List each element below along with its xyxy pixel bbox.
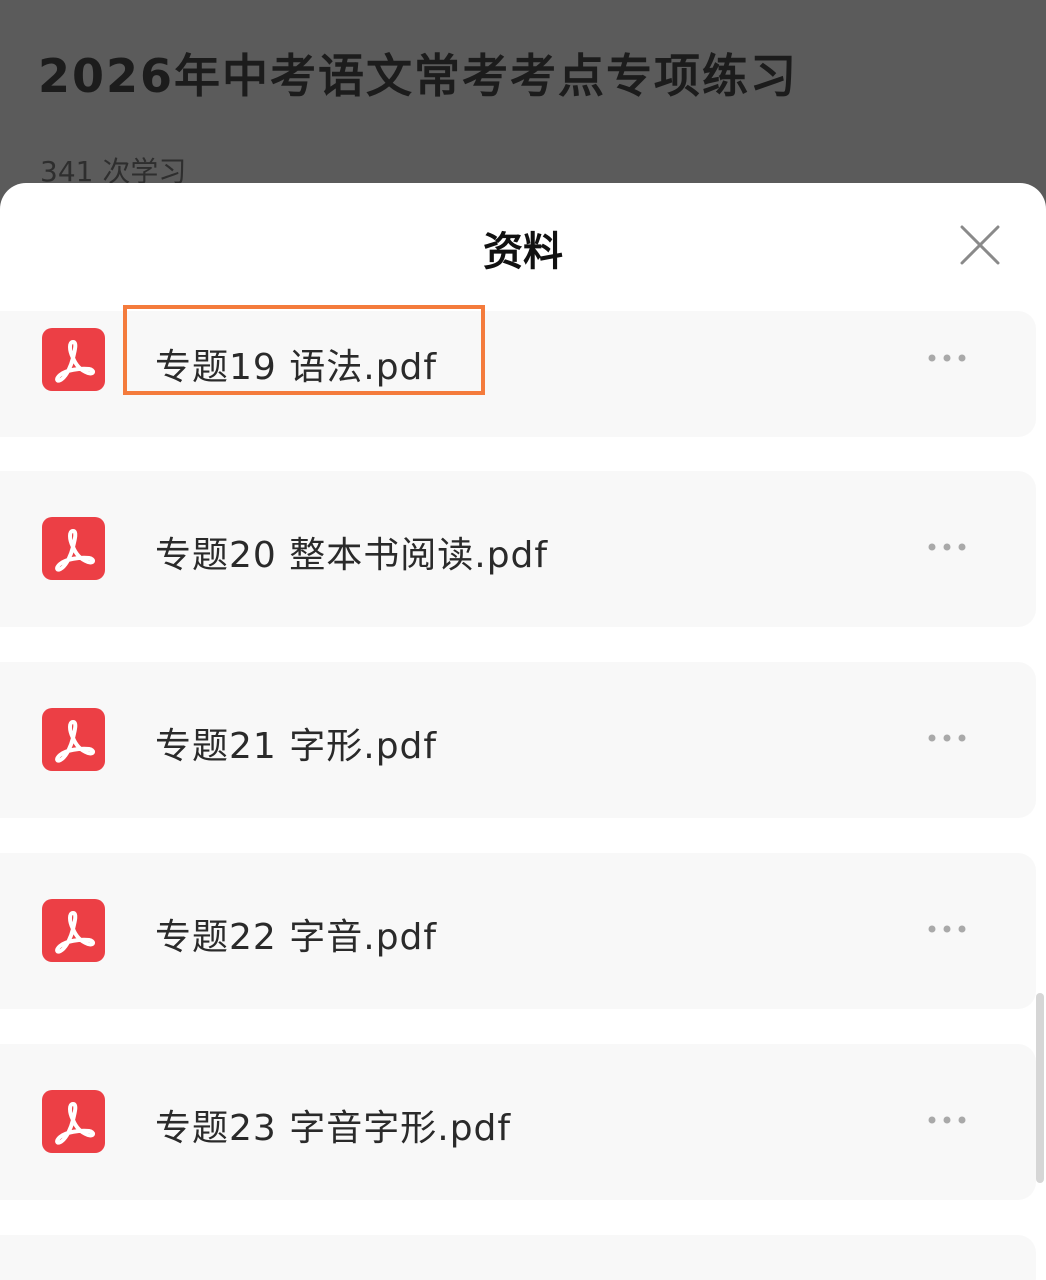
pdf-icon (42, 708, 105, 771)
more-options-button[interactable] (920, 914, 976, 944)
list-item[interactable]: 专题21 字形.pdf (0, 662, 1036, 818)
pdf-icon (42, 1090, 105, 1153)
more-icon (928, 354, 966, 362)
list-item[interactable]: 专题19 语法.pdf (0, 311, 1036, 437)
pdf-icon (42, 328, 105, 391)
more-options-button[interactable] (920, 723, 976, 753)
list-item[interactable]: 专题20 整本书阅读.pdf (0, 471, 1036, 627)
file-name: 专题20 整本书阅读.pdf (155, 535, 549, 576)
list-item[interactable]: 专题23 字音字形.pdf (0, 1044, 1036, 1200)
close-button[interactable] (954, 219, 1006, 271)
course-title: 2026年中考语文常考考点专项练习 (38, 49, 799, 103)
pdf-icon (42, 517, 105, 580)
more-icon (928, 734, 966, 742)
more-icon (928, 1116, 966, 1124)
close-icon (960, 225, 1000, 265)
more-options-button[interactable] (920, 532, 976, 562)
list-item-partial[interactable] (0, 1235, 1036, 1280)
more-icon (928, 925, 966, 933)
list-item[interactable]: 专题22 字音.pdf (0, 853, 1036, 1009)
scrollbar[interactable] (1036, 993, 1044, 1183)
more-options-button[interactable] (920, 343, 976, 373)
more-options-button[interactable] (920, 1105, 976, 1135)
more-icon (928, 543, 966, 551)
file-name: 专题21 字形.pdf (155, 726, 438, 767)
sheet-header: 资料 (0, 183, 1046, 308)
file-name: 专题19 语法.pdf (155, 347, 438, 388)
pdf-icon (42, 899, 105, 962)
file-name: 专题22 字音.pdf (155, 917, 438, 958)
file-name: 专题23 字音字形.pdf (155, 1108, 512, 1149)
materials-bottom-sheet: 资料 专题19 语法.pdf 专题20 整本书阅读.pdf 专题21 字形.pd… (0, 183, 1046, 1280)
sheet-title: 资料 (483, 229, 563, 275)
